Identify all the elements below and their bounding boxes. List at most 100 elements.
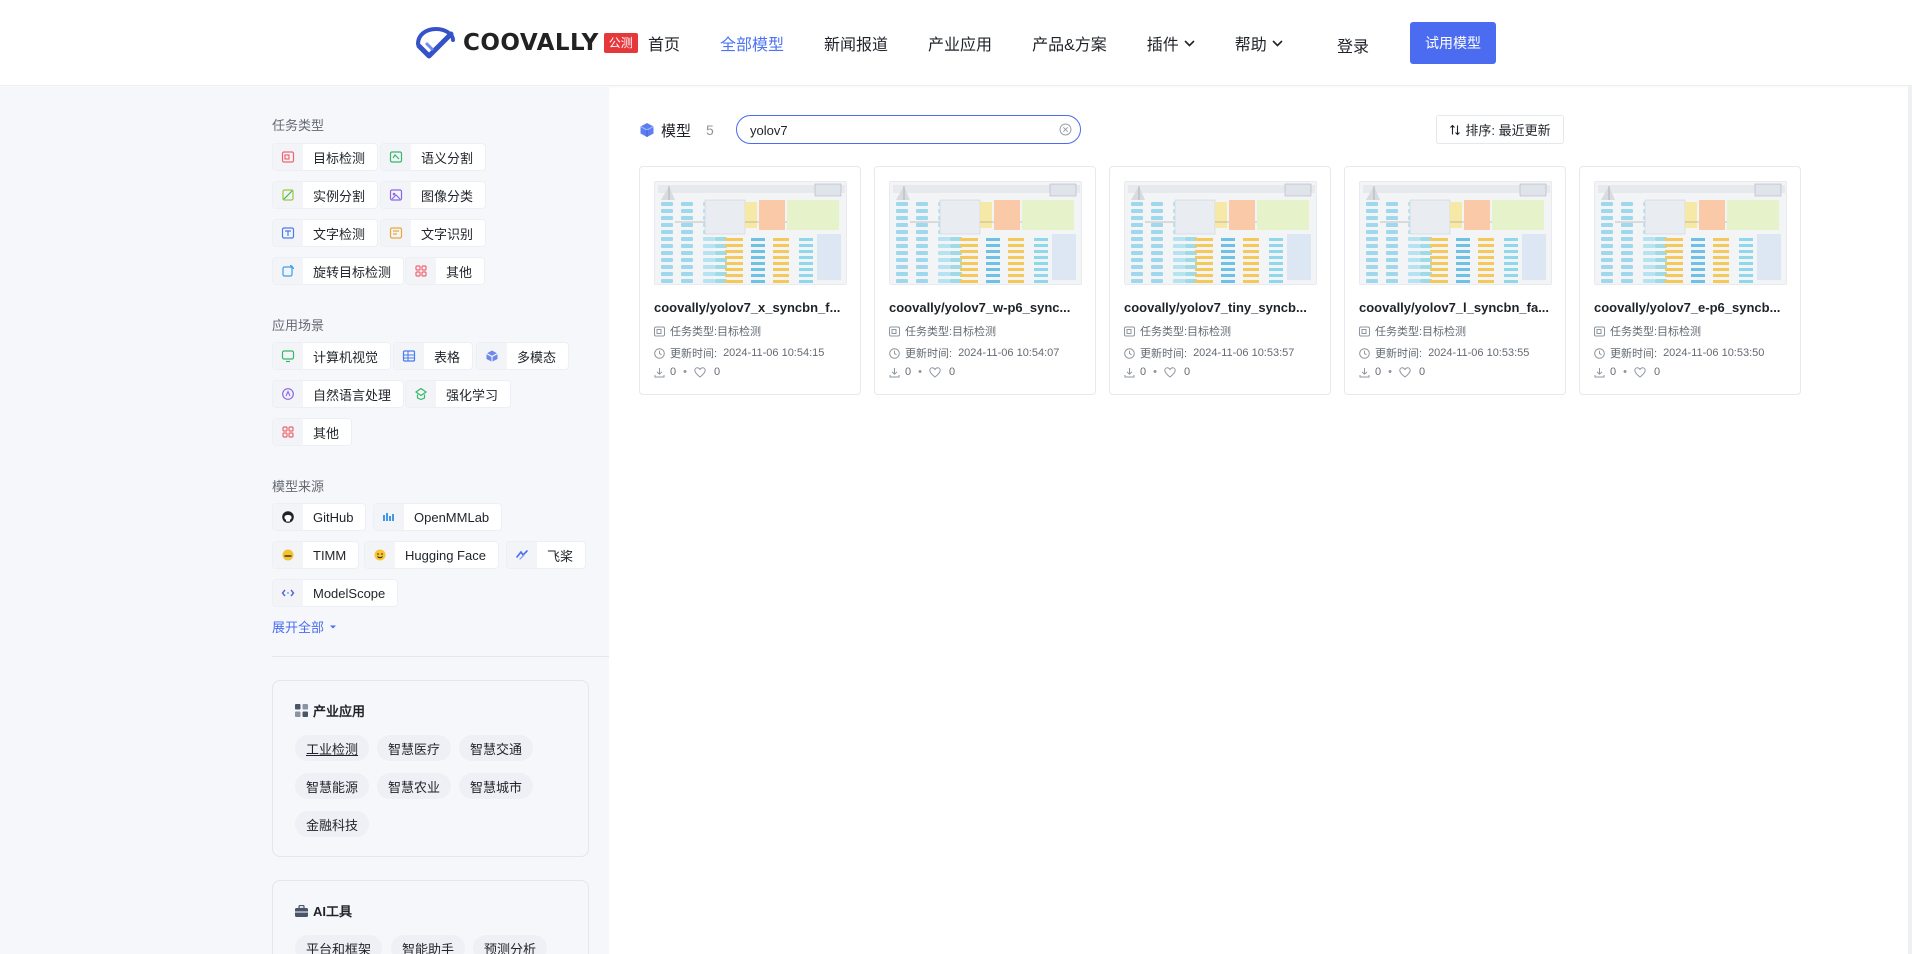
- updated-label: 更新时间:: [1140, 348, 1188, 360]
- pill-smart-agriculture[interactable]: 智慧农业: [377, 773, 452, 799]
- task-type-icon: [654, 326, 665, 336]
- model-card[interactable]: coovally/yolov7_l_syncbn_fa... 任务类型:目标检测更…: [1344, 166, 1566, 395]
- nav-plugins[interactable]: 插件: [1147, 31, 1195, 55]
- heart-icon[interactable]: [1399, 366, 1411, 378]
- tag-text-detection[interactable]: 文字检测: [272, 219, 379, 247]
- model-updated: 更新时间: 2024-11-06 10:53:55: [1359, 345, 1529, 361]
- updated-label: 更新时间:: [1610, 348, 1658, 360]
- tag-label: 文字检测: [313, 226, 366, 242]
- task-type-text: 任务类型:目标检测: [905, 326, 997, 338]
- nav-news[interactable]: 新闻报道: [824, 31, 888, 55]
- separator-dot: •: [918, 366, 922, 378]
- pill-platforms-frameworks[interactable]: 平台和框架: [295, 935, 383, 954]
- main-nav: 首页 全部模型 新闻报道 产业应用 产品&方案 插件 帮助: [648, 0, 1323, 86]
- updated-label: 更新时间:: [670, 348, 718, 360]
- sort-button[interactable]: 排序: 最近更新: [1436, 115, 1564, 144]
- tag-modelscope[interactable]: ModelScope: [272, 579, 399, 607]
- tag-timm[interactable]: TIMM: [272, 541, 360, 569]
- tag-label: 其他: [313, 425, 340, 441]
- tag-hugging-face[interactable]: Hugging Face: [364, 541, 499, 569]
- model-card[interactable]: coovally/yolov7_w-p6_sync... 任务类型:目标检测 更新时…: [874, 166, 1096, 395]
- updated-label: 更新时间:: [1375, 348, 1423, 360]
- chevron-down-icon: [1184, 39, 1195, 47]
- paddle-icon: [507, 542, 537, 568]
- pill-smart-energy[interactable]: 智慧能源: [295, 773, 370, 799]
- tag-label: GitHub: [313, 509, 354, 525]
- nav-all-models[interactable]: 全部模型: [720, 31, 784, 55]
- tag-rotated-detection[interactable]: 旋转目标检测: [272, 257, 405, 285]
- tag-github[interactable]: GitHub: [272, 503, 367, 531]
- model-title[interactable]: coovally/yolov7_l_syncbn_fa...: [1359, 300, 1555, 315]
- cube-icon: [640, 123, 654, 137]
- search-input[interactable]: [750, 121, 1050, 139]
- tag-semantic-segmentation[interactable]: 语义分割: [380, 143, 487, 171]
- model-card[interactable]: coovally/yolov7_e-p6_syncb... 任务类型:目标检测 更新…: [1579, 166, 1801, 395]
- model-title[interactable]: coovally/yolov7_tiny_syncb...: [1124, 300, 1320, 315]
- tag-openmmlab[interactable]: OpenMMLab: [373, 503, 503, 531]
- reinforcement-learning-icon: [406, 381, 436, 407]
- industry-box: 产业应用 工业检测 智慧医疗 智慧交通 智慧能源 智慧农业 智慧城市 金融科技: [272, 680, 589, 857]
- download-icon: [1124, 367, 1135, 377]
- pill-smart-assistant[interactable]: 智能助手: [391, 935, 466, 954]
- tag-image-classification[interactable]: 图像分类: [380, 181, 487, 209]
- tag-label: 目标检测: [313, 150, 366, 166]
- pill-smart-medical[interactable]: 智慧医疗: [377, 735, 452, 761]
- clock-icon: [889, 347, 900, 359]
- nav-plugins-label: 插件: [1146, 37, 1179, 54]
- pill-predictive-analytics[interactable]: 预测分析: [473, 935, 548, 954]
- instance-segmentation-icon: [273, 182, 303, 208]
- tag-computer-vision[interactable]: 计算机视觉: [272, 342, 392, 370]
- scrollbar[interactable]: [1908, 86, 1912, 954]
- clear-icon[interactable]: [1059, 123, 1072, 136]
- github-icon: [273, 504, 303, 530]
- heart-icon[interactable]: [929, 366, 941, 378]
- expand-all-link[interactable]: 展开全部: [272, 617, 339, 636]
- pill-smart-traffic[interactable]: 智慧交通: [459, 735, 534, 761]
- tag-nlp[interactable]: 自然语言处理: [272, 380, 405, 408]
- model-title[interactable]: coovally/yolov7_w-p6_sync...: [889, 300, 1085, 315]
- heart-icon[interactable]: [1164, 366, 1176, 378]
- tag-table[interactable]: 表格: [393, 342, 474, 370]
- nav-industry[interactable]: 产业应用: [928, 31, 992, 55]
- like-count: 0: [1418, 366, 1426, 378]
- tag-object-detection[interactable]: 目标检测: [272, 143, 379, 171]
- model-title[interactable]: coovally/yolov7_e-p6_syncb...: [1594, 300, 1790, 315]
- model-thumbnail: [1359, 181, 1552, 285]
- nav-home[interactable]: 首页: [648, 31, 680, 55]
- tag-reinforcement-learning[interactable]: 强化学习: [405, 380, 512, 408]
- modelscope-icon: [273, 580, 303, 606]
- nav-products[interactable]: 产品&方案: [1032, 31, 1107, 55]
- tag-task-other[interactable]: 其他: [405, 257, 486, 285]
- task-type-icon: [1359, 326, 1370, 336]
- pill-industrial-inspection[interactable]: 工业检测: [295, 735, 370, 761]
- sidebar-divider: [272, 656, 609, 657]
- tag-text-recognition[interactable]: 文字识别: [380, 219, 487, 247]
- ai-tools-title-label: AI工具: [313, 904, 353, 919]
- separator-dot: •: [1153, 366, 1157, 378]
- tag-scenario-other[interactable]: 其他: [272, 418, 353, 446]
- chevron-down-icon: [1272, 39, 1283, 47]
- tag-label: 实例分割: [313, 188, 366, 204]
- results-count: 5: [706, 122, 714, 138]
- tag-multimodal[interactable]: 多模态: [476, 342, 570, 370]
- pill-smart-city[interactable]: 智慧城市: [459, 773, 534, 799]
- heart-icon[interactable]: [694, 366, 706, 378]
- model-thumbnail: [889, 181, 1082, 285]
- updated-time: 2024-11-06 10:53:57: [1193, 347, 1295, 359]
- model-card[interactable]: coovally/yolov7_tiny_syncb... 任务类型:目标检测 更新…: [1109, 166, 1331, 395]
- nav-help[interactable]: 帮助: [1235, 31, 1283, 55]
- task-type-text: 任务类型:目标检测: [1375, 326, 1467, 338]
- tag-paddle[interactable]: 飞桨: [506, 541, 587, 569]
- top-header: COOVALLY 公测 首页 全部模型 新闻报道 产业应用 产品&方案 插件 帮…: [0, 0, 1912, 86]
- login-link[interactable]: 登录: [1337, 33, 1369, 57]
- pill-fintech[interactable]: 金融科技: [295, 811, 370, 837]
- like-count: 0: [1653, 366, 1661, 378]
- table-icon: [394, 343, 424, 369]
- tag-instance-segmentation[interactable]: 实例分割: [272, 181, 379, 209]
- heart-icon[interactable]: [1634, 366, 1646, 378]
- logo[interactable]: COOVALLY 公测: [415, 26, 638, 60]
- model-card[interactable]: coovally/yolov7_x_syncbn_f... 任务类型:目标检测 更新…: [639, 166, 861, 395]
- try-model-button[interactable]: 试用模型: [1410, 22, 1496, 64]
- model-title[interactable]: coovally/yolov7_x_syncbn_f...: [654, 300, 850, 315]
- download-count: 0: [1610, 366, 1617, 378]
